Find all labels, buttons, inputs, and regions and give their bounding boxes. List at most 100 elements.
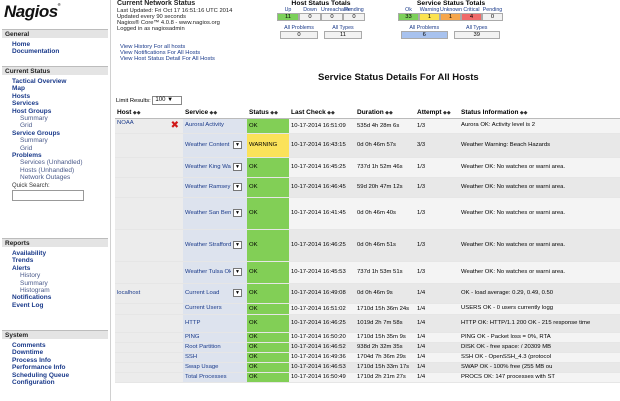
service_totals-value-warning[interactable]: 1	[419, 13, 440, 21]
sort-arrows-icon[interactable]: ◆◆	[131, 110, 141, 116]
limit-results-select[interactable]: 100 ▼	[152, 96, 183, 105]
service_totals-value-unknown[interactable]: 1	[440, 13, 461, 21]
nav-link-performance-info[interactable]: Performance Info	[2, 364, 108, 371]
host-cell[interactable]	[115, 362, 183, 373]
nav-link-services-unhandled[interactable]: Services (Unhandled)	[2, 159, 108, 166]
network-status-link[interactable]: View Host Status Detail For All Hosts	[120, 56, 215, 62]
column-header-last-check[interactable]: Last Check ◆◆	[289, 107, 356, 119]
host-cell[interactable]	[115, 332, 183, 343]
column-header-status-information[interactable]: Status Information ◆◆	[459, 107, 620, 119]
nav-link-grid[interactable]: Grid	[2, 122, 108, 129]
nav-link-availability[interactable]: Availability	[2, 250, 108, 257]
nav-link-problems[interactable]: Problems	[2, 152, 108, 159]
host-cell[interactable]	[115, 133, 183, 158]
service-name-cell[interactable]: Current Load	[183, 283, 231, 304]
host-cell[interactable]: NOAA ✖	[115, 118, 183, 134]
nav-link-grid[interactable]: Grid	[2, 145, 108, 152]
host_totals-sub-value-all-types[interactable]: 11	[324, 31, 362, 39]
nav-link-alerts[interactable]: Alerts	[2, 265, 108, 272]
host-cell[interactable]	[115, 229, 183, 262]
host-cell[interactable]	[115, 303, 183, 315]
host-down-x-icon[interactable]: ✖	[171, 120, 179, 131]
nav-link-hosts-unhandled[interactable]: Hosts (Unhandled)	[2, 167, 108, 174]
nav-link-home[interactable]: Home	[2, 41, 108, 48]
service_totals-value-pending[interactable]: 0	[482, 13, 503, 21]
nav-link-downtime[interactable]: Downtime	[2, 349, 108, 356]
service-menu-dropdown-icon[interactable]: ▼	[233, 183, 242, 191]
nav-link-network-outages[interactable]: Network Outages	[2, 174, 108, 181]
nav-link-trends[interactable]: Trends	[2, 257, 108, 264]
quick-search-input[interactable]	[12, 189, 84, 201]
service-name-cell[interactable]: Weather Strafford New Hampshire	[183, 229, 231, 262]
host_totals-value-unreachable[interactable]: 0	[321, 13, 343, 21]
host-cell[interactable]	[115, 197, 183, 230]
host-name[interactable]: localhost	[117, 290, 140, 296]
service_totals-sub-value-all-types[interactable]: 39	[453, 31, 500, 39]
service-menu-dropdown-icon[interactable]: ▼	[233, 241, 242, 249]
service-name-cell[interactable]: Weather Ramsey Minnesota	[183, 177, 231, 198]
nav-link-comments[interactable]: Comments	[2, 342, 108, 349]
service-name-cell[interactable]: HTTP	[183, 314, 231, 333]
service-menu-dropdown-icon[interactable]: ▼	[233, 163, 242, 171]
sort-arrows-icon[interactable]: ◆◆	[442, 110, 451, 116]
nav-link-summary[interactable]: Summary	[2, 280, 108, 287]
nav-link-histogram[interactable]: Histogram	[2, 287, 108, 294]
service-name-cell[interactable]: Weather Tulsa Oklahoma	[183, 261, 231, 284]
service-menu-dropdown-icon[interactable]: ▼	[233, 141, 242, 149]
service_totals-value-ok[interactable]: 33	[398, 13, 419, 21]
service-menu-dropdown-icon[interactable]: ▼	[233, 289, 242, 297]
nav-link-configuration[interactable]: Configuration	[2, 379, 108, 386]
host-cell[interactable]	[115, 372, 183, 383]
sort-arrows-icon[interactable]: ◆◆	[269, 110, 278, 116]
nav-link-summary[interactable]: Summary	[2, 137, 108, 144]
nagios-logo[interactable]: Nagios®	[4, 2, 61, 22]
service_totals-value-critical[interactable]: 4	[461, 13, 482, 21]
service-name-cell[interactable]: Weather King Washington	[183, 157, 231, 178]
host_totals-value-up[interactable]: 11	[277, 13, 299, 21]
nav-link-services[interactable]: Services	[2, 100, 108, 107]
service-name-cell[interactable]: Auroral Activity	[183, 118, 231, 134]
nav-link-history[interactable]: History	[2, 272, 108, 279]
sort-arrows-icon[interactable]: ◆◆	[518, 110, 528, 116]
sort-arrows-icon[interactable]: ◆◆	[208, 110, 218, 116]
column-header-status[interactable]: Status ◆◆	[247, 107, 290, 119]
nav-link-summary[interactable]: Summary	[2, 115, 108, 122]
service-menu-dropdown-icon[interactable]: ▼	[233, 209, 242, 217]
column-header-attempt[interactable]: Attempt ◆◆	[415, 107, 460, 119]
column-header-service[interactable]: Service ◆◆	[183, 107, 248, 119]
nav-link-service-groups[interactable]: Service Groups	[2, 130, 108, 137]
service-name-cell[interactable]: Total Processes	[183, 372, 231, 383]
service-name-cell[interactable]: Current Users	[183, 303, 231, 315]
host-name[interactable]: NOAA	[117, 120, 134, 126]
service-name-cell[interactable]: Root Partition	[183, 342, 231, 353]
host-cell[interactable]	[115, 157, 183, 178]
host-cell[interactable]	[115, 342, 183, 353]
nav-link-hosts[interactable]: Hosts	[2, 93, 108, 100]
column-header-host[interactable]: Host ◆◆	[115, 107, 183, 119]
service-name-cell[interactable]: Weather Content North Carolina	[183, 133, 231, 158]
nav-link-scheduling-queue[interactable]: Scheduling Queue	[2, 372, 108, 379]
nav-link-notifications[interactable]: Notifications	[2, 294, 108, 301]
nav-link-tactical-overview[interactable]: Tactical Overview	[2, 78, 108, 85]
nav-link-host-groups[interactable]: Host Groups	[2, 108, 108, 115]
host_totals-value-pending[interactable]: 0	[343, 13, 365, 21]
service-name-cell[interactable]: SSH	[183, 352, 231, 363]
service-name-cell[interactable]: PING	[183, 332, 231, 343]
service-name-cell[interactable]: Swap Usage	[183, 362, 231, 373]
nav-link-documentation[interactable]: Documentation	[2, 48, 108, 55]
host-cell[interactable]	[115, 261, 183, 284]
service_totals-sub-value-all-problems[interactable]: 6	[401, 31, 448, 39]
sort-arrows-icon[interactable]: ◆◆	[384, 110, 393, 116]
nav-link-process-info[interactable]: Process Info	[2, 357, 108, 364]
service-menu-dropdown-icon[interactable]: ▼	[233, 268, 242, 276]
host_totals-sub-value-all-problems[interactable]: 0	[280, 31, 318, 39]
sort-arrows-icon[interactable]: ◆◆	[326, 110, 335, 116]
host-cell[interactable]	[115, 314, 183, 333]
host-cell[interactable]: localhost	[115, 283, 183, 304]
service-name-cell[interactable]: Weather San Bernardino California	[183, 197, 231, 230]
host-cell[interactable]	[115, 352, 183, 363]
column-header-duration[interactable]: Duration ◆◆	[355, 107, 416, 119]
host-cell[interactable]	[115, 177, 183, 198]
nav-link-event-log[interactable]: Event Log	[2, 302, 108, 309]
host_totals-value-down[interactable]: 0	[299, 13, 321, 21]
